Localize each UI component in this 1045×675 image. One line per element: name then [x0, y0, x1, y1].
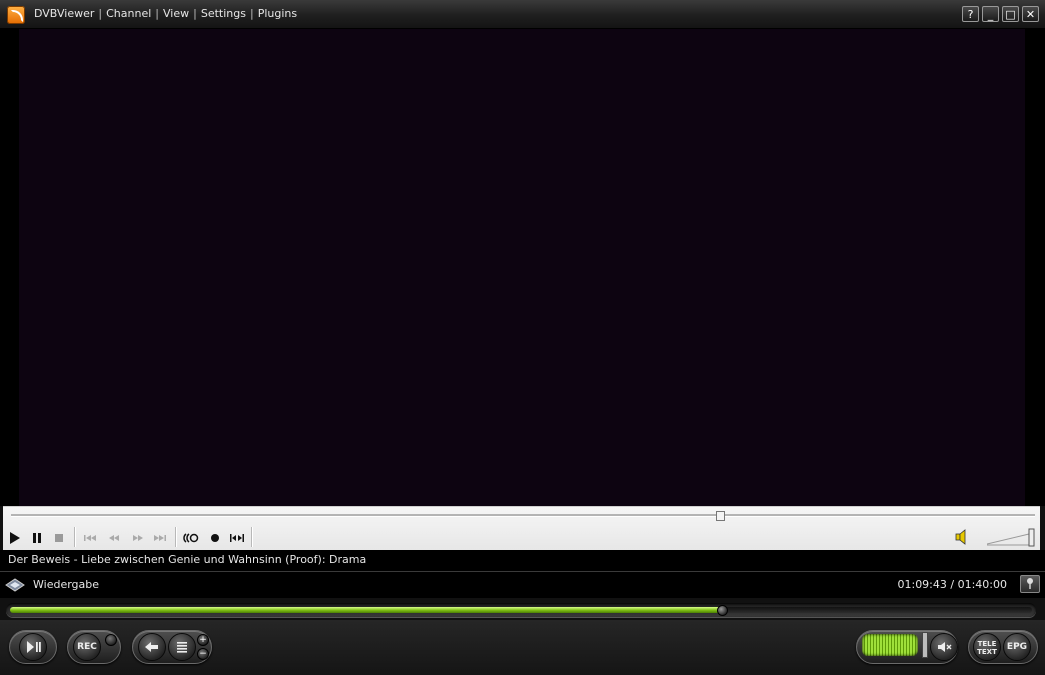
seek-track[interactable] [11, 514, 1035, 517]
epg-button[interactable]: EPG [1003, 633, 1031, 661]
skip-forward-icon[interactable] [153, 531, 167, 545]
channel-down-button[interactable]: − [197, 648, 209, 660]
timeshift-icon[interactable] [182, 531, 200, 545]
speaker-mute-icon [938, 642, 952, 652]
list-icon [177, 642, 187, 653]
progress-fill [10, 607, 722, 613]
teletext-epg-pod: TELE TEXT EPG [968, 630, 1038, 664]
dvbviewer-window: DVBViewer | Channel | View | Settings | Plugins … [0, 0, 1045, 675]
skip-back-icon[interactable] [83, 531, 97, 545]
pin-button[interactable] [1020, 575, 1040, 593]
pause-icon[interactable] [30, 531, 44, 545]
back-button[interactable] [138, 633, 166, 661]
menu-settings[interactable]: Settings [201, 7, 246, 20]
minimize-button[interactable]: _ [982, 6, 999, 22]
record-pod: REC [67, 630, 121, 664]
video-display[interactable] [19, 29, 1025, 506]
program-title-bar: Der Beweis - Liebe zwischen Genie und Wa… [0, 550, 1045, 572]
playback-mode-icon [4, 576, 26, 594]
arrow-left-icon [145, 642, 158, 652]
menu-view[interactable]: View [163, 7, 189, 20]
menu-channel[interactable]: Channel [106, 7, 151, 20]
window-controls: ? _ □ ✕ [962, 6, 1039, 22]
stop-icon[interactable] [52, 531, 66, 545]
record-options-button[interactable] [105, 634, 117, 646]
play-icon[interactable] [8, 531, 22, 545]
seek-thumb[interactable] [716, 511, 725, 521]
toolbar-divider [74, 527, 76, 547]
video-frame [0, 29, 1045, 506]
teletext-label-bottom: TEXT [977, 648, 997, 656]
channel-up-button[interactable]: + [197, 634, 209, 646]
play-pause-icon [27, 641, 41, 653]
close-button[interactable]: ✕ [1022, 6, 1039, 22]
volume-handle[interactable] [922, 632, 928, 658]
app-logo-icon[interactable] [7, 6, 25, 24]
progress-knob[interactable] [717, 605, 728, 616]
program-title: Der Beweis - Liebe zwischen Genie und Wa… [8, 553, 367, 566]
media-control-panel [3, 506, 1040, 550]
jump-icon[interactable] [229, 531, 245, 545]
help-button[interactable]: ? [962, 6, 979, 22]
rewind-icon[interactable] [107, 531, 121, 545]
status-bar: Wiedergabe 01:09:43 / 01:40:00 [0, 572, 1045, 598]
toolbar-divider [175, 527, 177, 547]
fast-forward-icon[interactable] [131, 531, 145, 545]
teletext-label-top: TELE [977, 640, 997, 648]
mute-button[interactable] [930, 633, 958, 661]
maximize-button[interactable]: □ [1002, 6, 1019, 22]
toolbar-divider [251, 527, 253, 547]
progress-track [10, 607, 1032, 613]
teletext-button[interactable]: TELE TEXT [973, 633, 1001, 661]
volume-level-bar[interactable] [862, 634, 918, 656]
menu-plugins[interactable]: Plugins [258, 7, 297, 20]
play-pause-pod [9, 630, 57, 664]
playback-status: Wiedergabe [33, 578, 100, 591]
channel-list-button[interactable] [168, 633, 196, 661]
menu-bar: DVBViewer | Channel | View | Settings | Plugins [34, 7, 298, 20]
volume-slider[interactable] [986, 527, 1036, 547]
play-pause-button[interactable] [19, 633, 47, 661]
navigation-pod: + − [132, 630, 212, 664]
bottom-control-bar: REC + − TELE TEXT EPG [0, 620, 1045, 675]
playback-time: 01:09:43 / 01:40:00 [897, 578, 1007, 591]
app-title[interactable]: DVBViewer [34, 7, 94, 20]
playback-progress-bar[interactable] [6, 603, 1036, 617]
title-bar: DVBViewer | Channel | View | Settings | Plugins … [0, 0, 1045, 29]
rec-button[interactable]: REC [73, 633, 101, 661]
pin-icon [1027, 578, 1033, 589]
speaker-icon[interactable] [954, 529, 970, 545]
record-icon[interactable] [208, 531, 222, 545]
